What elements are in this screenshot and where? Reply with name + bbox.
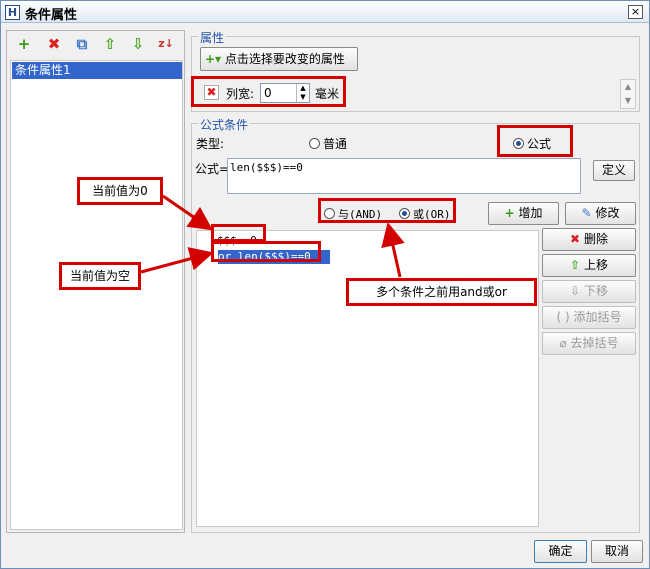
cancel-button[interactable]: 取消	[591, 540, 643, 563]
select-attribute-label: 点击选择要改变的属性	[224, 52, 345, 66]
ok-button[interactable]: 确定	[534, 540, 587, 563]
delete-button[interactable]: ✖ 删除	[542, 228, 636, 251]
expression-list: $$$==0 or len($$$)==0	[196, 230, 539, 527]
highlight-condition-2	[211, 241, 321, 262]
type-normal-radio[interactable]: 普通	[309, 135, 347, 152]
highlight-formula-type	[497, 125, 573, 157]
move-up-label: 上移	[583, 258, 608, 272]
type-label: 类型:	[196, 137, 225, 151]
window-title: 条件属性	[25, 8, 78, 23]
arrow-up-icon: ⇧	[570, 258, 581, 272]
arrow-down-icon[interactable]: ⇩	[129, 35, 147, 53]
highlight-and-or	[318, 198, 456, 223]
highlight-condition-1	[211, 224, 266, 242]
add-paren-button[interactable]: ( ) 添加括号	[542, 306, 636, 329]
move-down-label: 下移	[583, 284, 608, 298]
add-label: 增加	[518, 206, 543, 220]
arrow-down-icon: ⇩	[570, 284, 581, 298]
app-icon: H	[5, 5, 20, 20]
left-toolbar: + ✖ ⧉ ⇧ ⇩ z↓	[7, 31, 184, 58]
annotation-and-or-note: 多个条件之前用and或or	[346, 278, 537, 306]
formula-condition-group: 公式条件 类型: 普通 公式 公式= len($$$)==0 定义 与(AND)…	[191, 116, 640, 533]
remove-paren-icon: ⌀	[559, 336, 567, 350]
annotation-current-zero: 当前值为0	[77, 177, 163, 205]
modify-button[interactable]: ✎ 修改	[565, 202, 636, 225]
move-down-button[interactable]: ⇩ 下移	[542, 280, 636, 303]
highlight-width-attribute	[191, 76, 346, 107]
formula-label: 公式=	[195, 162, 230, 176]
add-icon[interactable]: +	[15, 35, 33, 53]
formula-input[interactable]: len($$$)==0	[227, 158, 581, 194]
add-button[interactable]: + 增加	[488, 202, 559, 225]
type-normal-label: 普通	[323, 137, 348, 151]
delete-icon[interactable]: ✖	[45, 35, 63, 53]
remove-paren-button[interactable]: ⌀ 去掉括号	[542, 332, 636, 355]
define-button[interactable]: 定义	[593, 160, 635, 181]
arrow-up-icon[interactable]: ⇧	[101, 35, 119, 53]
add-icon: +▾	[205, 52, 222, 66]
radio-icon	[309, 138, 320, 149]
sort-icon[interactable]: z↓	[157, 35, 175, 53]
move-up-button[interactable]: ⇧ 上移	[542, 254, 636, 277]
title-bar: H 条件属性 ×	[1, 1, 649, 23]
condition-list: 条件属性1	[10, 60, 183, 530]
remove-paren-label: 去掉括号	[570, 336, 619, 350]
delete-label: 删除	[583, 232, 608, 246]
attribute-group-label: 属性	[198, 29, 227, 46]
annotation-current-empty: 当前值为空	[59, 262, 141, 290]
attribute-scrollbar[interactable]: ▲ ▼	[620, 79, 636, 109]
add-paren-label: 添加括号	[573, 310, 622, 324]
modify-label: 修改	[595, 206, 620, 220]
edit-icon: ✎	[581, 206, 592, 220]
select-attribute-button[interactable]: +▾ 点击选择要改变的属性	[200, 47, 358, 71]
delete-icon: ✖	[570, 232, 581, 246]
close-button[interactable]: ×	[628, 5, 643, 19]
list-item[interactable]: 条件属性1	[12, 62, 182, 79]
add-icon: +	[504, 206, 515, 220]
formula-group-label: 公式条件	[198, 116, 251, 133]
copy-icon[interactable]: ⧉	[73, 35, 91, 53]
paren-icon: ( )	[556, 310, 570, 324]
